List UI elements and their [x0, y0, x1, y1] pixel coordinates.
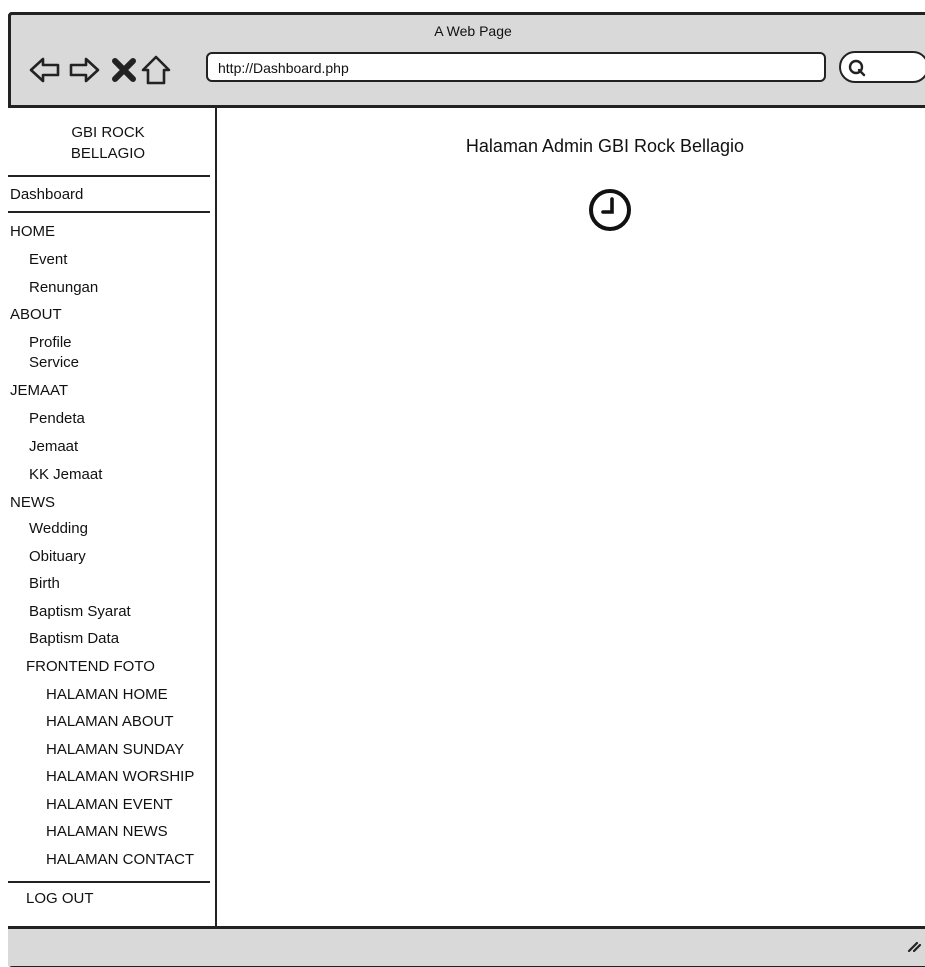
search-field[interactable]: [839, 51, 925, 83]
sidebar-item-halaman-worship[interactable]: HALAMAN WORSHIP: [46, 768, 194, 785]
sidebar-item-obituary[interactable]: Obituary: [29, 548, 86, 565]
status-bar: [8, 926, 925, 966]
main-content: Halaman Admin GBI Rock Bellagio: [217, 108, 925, 926]
sidebar: GBI ROCK BELLAGIO Dashboard HOME Event Ren…: [8, 108, 217, 926]
sidebar-item-event[interactable]: Event: [29, 251, 67, 268]
sidebar-item-profile[interactable]: Profile: [29, 334, 72, 351]
sidebar-item-halaman-sunday[interactable]: HALAMAN SUNDAY: [46, 741, 184, 758]
forward-arrow-icon[interactable]: [67, 53, 101, 87]
clock-icon: [589, 189, 631, 231]
sidebar-item-service[interactable]: Service: [29, 354, 79, 371]
sidebar-item-renungan[interactable]: Renungan: [29, 279, 98, 296]
resize-handle-icon[interactable]: [905, 935, 923, 953]
sidebar-item-halaman-home[interactable]: HALAMAN HOME: [46, 686, 168, 703]
brand: GBI ROCK BELLAGIO: [8, 122, 208, 164]
sidebar-item-baptism-data[interactable]: Baptism Data: [29, 630, 119, 647]
divider: [8, 881, 210, 883]
sidebar-item-birth[interactable]: Birth: [29, 575, 60, 592]
home-icon[interactable]: [139, 53, 173, 87]
window-title: A Web Page: [434, 23, 512, 39]
sidebar-item-pendeta[interactable]: Pendeta: [29, 410, 85, 427]
sidebar-item-kk-jemaat[interactable]: KK Jemaat: [29, 466, 102, 483]
sidebar-item-frontend-foto[interactable]: FRONTEND FOTO: [26, 658, 155, 675]
sidebar-item-halaman-contact[interactable]: HALAMAN CONTACT: [46, 851, 194, 868]
back-arrow-icon[interactable]: [28, 53, 62, 87]
divider: [8, 175, 210, 177]
brand-line-2: BELLAGIO: [70, 145, 146, 162]
search-icon: [848, 59, 866, 77]
logout-button[interactable]: LOG OUT: [26, 890, 94, 907]
sidebar-item-halaman-about[interactable]: HALAMAN ABOUT: [46, 713, 174, 730]
sidebar-item-jemaat[interactable]: Jemaat: [29, 438, 78, 455]
sidebar-item-about[interactable]: ABOUT: [10, 306, 62, 323]
sidebar-item-jemaat[interactable]: JEMAAT: [10, 382, 68, 399]
sidebar-item-dashboard[interactable]: Dashboard: [10, 186, 83, 203]
sidebar-item-halaman-news[interactable]: HALAMAN NEWS: [46, 823, 168, 840]
close-icon[interactable]: [107, 53, 136, 87]
sidebar-item-halaman-event[interactable]: HALAMAN EVENT: [46, 796, 173, 813]
sidebar-item-home[interactable]: HOME: [10, 223, 55, 240]
address-bar[interactable]: http://Dashboard.php: [206, 52, 826, 82]
page-title: Halaman Admin GBI Rock Bellagio: [465, 136, 745, 156]
browser-toolbar: A Web Page http://Dashboard.php: [8, 12, 925, 108]
sidebar-item-baptism-syarat[interactable]: Baptism Syarat: [29, 603, 131, 620]
divider: [8, 211, 210, 213]
brand-line-1: GBI ROCK: [71, 124, 145, 141]
sidebar-item-news[interactable]: NEWS: [10, 494, 55, 511]
sidebar-item-wedding[interactable]: Wedding: [29, 520, 88, 537]
